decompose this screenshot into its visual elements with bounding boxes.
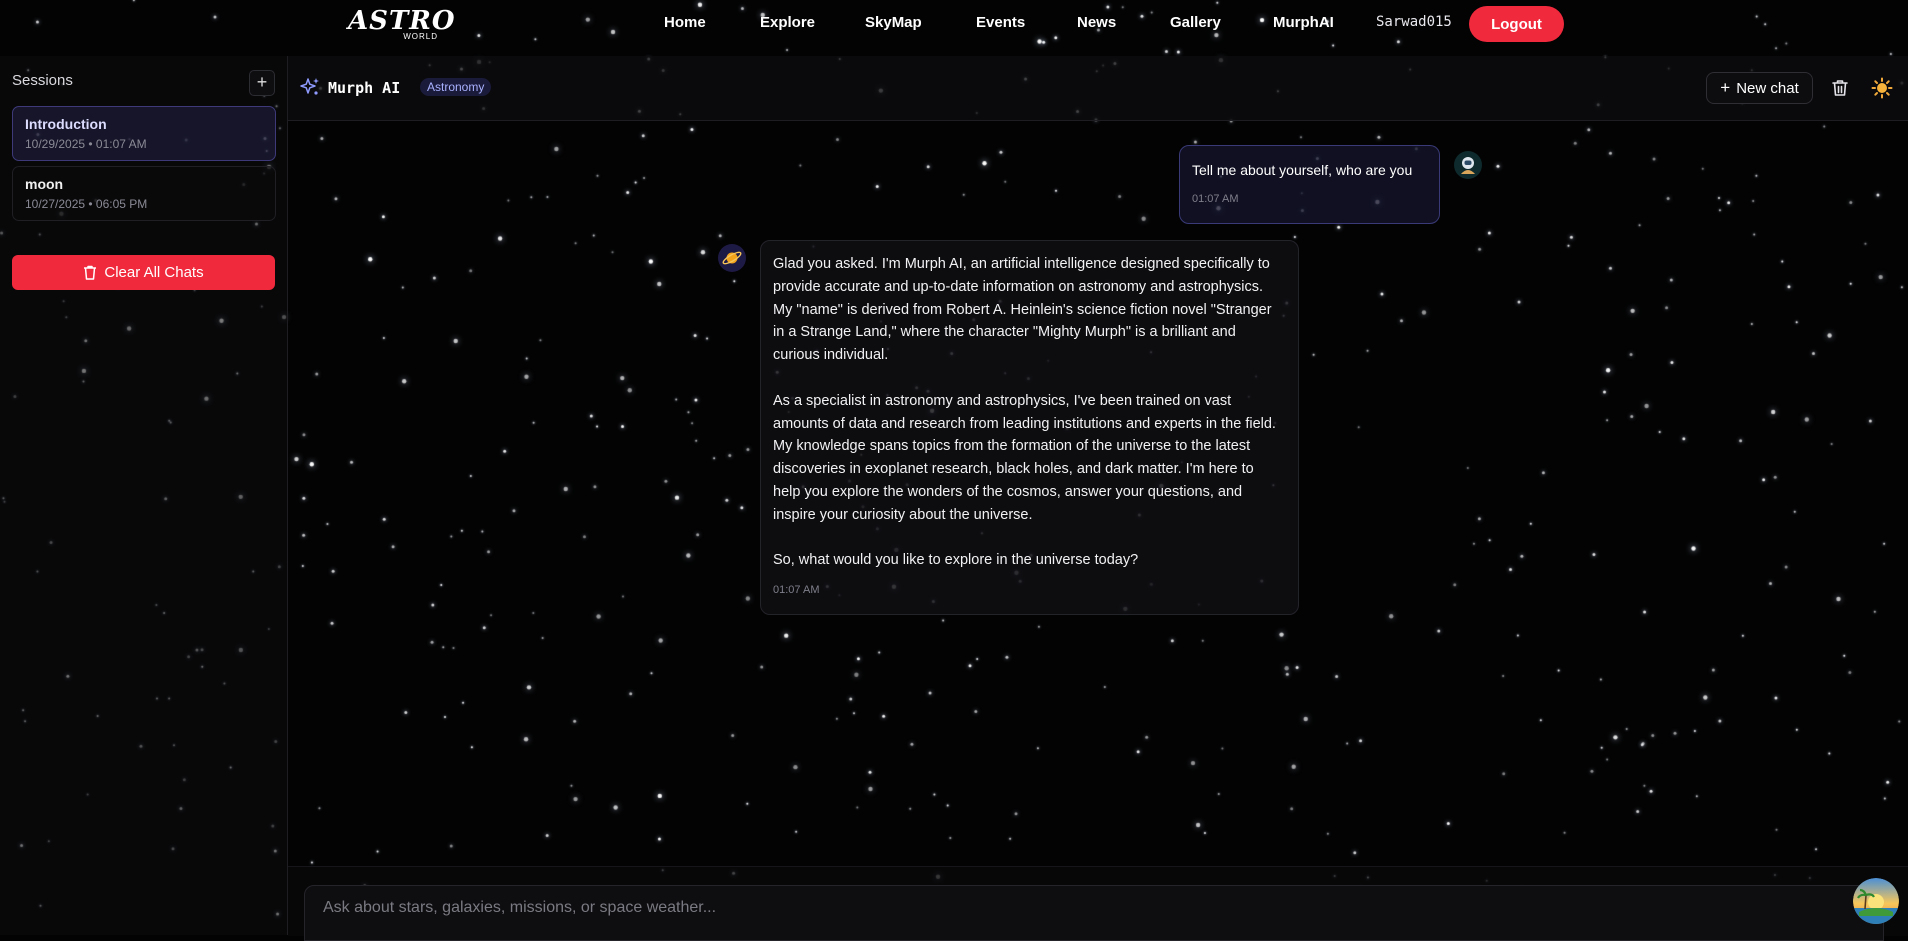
session-time: 10/29/2025 • 01:07 AM <box>25 137 147 151</box>
astronaut-avatar <box>1454 151 1482 179</box>
nav-link-skymap[interactable]: SkyMap <box>865 14 922 31</box>
sunset-island-icon <box>1853 878 1899 924</box>
bot-name: Murph AI <box>328 79 401 97</box>
nav-link-news[interactable]: News <box>1077 14 1116 31</box>
add-session-button[interactable]: + <box>249 70 275 96</box>
sun-icon[interactable] <box>1871 77 1893 99</box>
new-chat-label: New chat <box>1736 79 1799 97</box>
bot-message-paragraph: As a specialist in astronomy and astroph… <box>773 392 1276 523</box>
bot-message-body: Glad you asked. I'm Murph AI, an artific… <box>773 253 1283 595</box>
bot-message-bubble: Glad you asked. I'm Murph AI, an artific… <box>760 240 1299 615</box>
message-time: 01:07 AM <box>773 584 820 596</box>
sessions-sidebar: Sessions + Introduction 10/29/2025 • 01:… <box>0 56 288 935</box>
top-nav: ASTRO WORLD Home Explore SkyMap Events N… <box>0 0 1908 48</box>
sessions-title: Sessions <box>12 72 73 89</box>
session-item-introduction[interactable]: Introduction 10/29/2025 • 01:07 AM <box>12 106 276 161</box>
trash-icon <box>84 265 97 280</box>
session-item-moon[interactable]: moon 10/27/2025 • 06:05 PM <box>12 166 276 221</box>
planet-avatar <box>718 244 746 272</box>
trash-icon[interactable] <box>1830 78 1850 98</box>
username-label[interactable]: Sarwad015 <box>1376 14 1452 30</box>
site-logo[interactable]: ASTRO WORLD <box>348 6 455 41</box>
nav-link-murphai[interactable]: MurphAI <box>1273 14 1334 31</box>
nav-link-home[interactable]: Home <box>664 14 706 31</box>
logo-text: ASTRO <box>348 6 456 36</box>
plus-icon: + <box>256 72 268 92</box>
plus-icon: + <box>1720 78 1731 97</box>
clear-all-chats-button[interactable]: Clear All Chats <box>12 255 275 290</box>
bot-message-paragraph: Glad you asked. I'm Murph AI, an artific… <box>773 256 1272 364</box>
clear-all-chats-label: Clear All Chats <box>104 264 204 281</box>
nav-link-events[interactable]: Events <box>976 14 1025 31</box>
session-time: 10/27/2025 • 06:05 PM <box>25 197 148 211</box>
logout-button[interactable]: Logout <box>1469 6 1564 42</box>
astronaut-icon <box>1461 157 1475 174</box>
new-chat-button[interactable]: + New chat <box>1706 72 1813 104</box>
topic-tag: Astronomy <box>420 78 492 96</box>
planet-icon <box>722 251 742 265</box>
session-name: moon <box>25 176 64 192</box>
bot-message-paragraph: So, what would you like to explore in th… <box>773 552 1139 569</box>
nav-link-gallery[interactable]: Gallery <box>1170 14 1221 31</box>
user-message-text: Tell me about yourself, who are you <box>1192 162 1413 178</box>
message-time: 01:07 AM <box>1192 193 1239 205</box>
session-name: Introduction <box>25 116 107 132</box>
sparkles-icon <box>300 78 319 95</box>
chat-header: Murph AI Astronomy + New chat <box>288 56 1908 121</box>
user-message-bubble: Tell me about yourself, who are you 01:0… <box>1179 145 1440 224</box>
floating-action-button[interactable] <box>1853 878 1899 924</box>
chat-input[interactable] <box>304 885 1884 941</box>
nav-link-explore[interactable]: Explore <box>760 14 815 31</box>
logo-subtext: WORLD <box>403 32 438 41</box>
chat-input-area <box>288 866 1908 941</box>
